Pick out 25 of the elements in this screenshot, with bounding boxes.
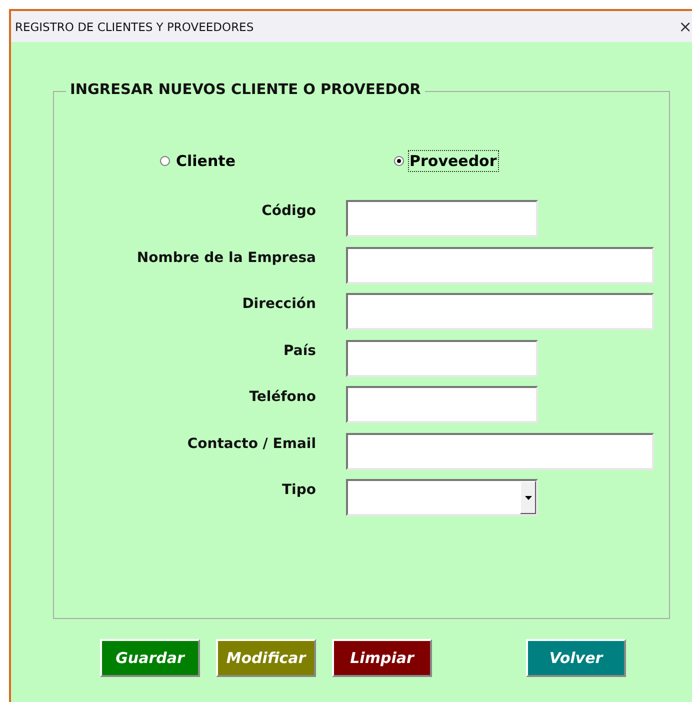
caret-icon	[524, 496, 532, 500]
action-button[interactable]: Guardar	[100, 639, 200, 677]
radio-label[interactable]: Proveedor	[408, 150, 499, 172]
radio-label[interactable]: Cliente	[174, 150, 238, 172]
window-title: REGISTRO DE CLIENTES Y PROVEEDORES	[15, 20, 254, 34]
action-button[interactable]: Limpiar	[332, 639, 432, 677]
input-field[interactable]	[346, 246, 654, 284]
field-label: Teléfono	[248, 388, 316, 405]
action-button[interactable]: Volver	[526, 639, 626, 677]
input-field[interactable]	[346, 432, 654, 470]
radio-button[interactable]	[160, 156, 170, 166]
input-field[interactable]	[346, 340, 538, 376]
field-label: País	[282, 342, 316, 358]
field-label: Código	[260, 202, 316, 219]
radio-button[interactable]	[394, 156, 404, 166]
input-field[interactable]	[346, 386, 538, 423]
close-button[interactable]: ×	[678, 17, 692, 36]
dropdown-field[interactable]	[346, 479, 538, 516]
input-field[interactable]	[346, 200, 538, 237]
field-label: Contacto / Email	[186, 434, 316, 452]
field-label: Tipo	[281, 481, 316, 498]
field-label: Nombre de la Empresa	[136, 248, 316, 266]
field-label: Dirección	[241, 295, 316, 312]
action-button[interactable]: Modificar	[216, 639, 316, 677]
input-field[interactable]	[346, 293, 654, 330]
